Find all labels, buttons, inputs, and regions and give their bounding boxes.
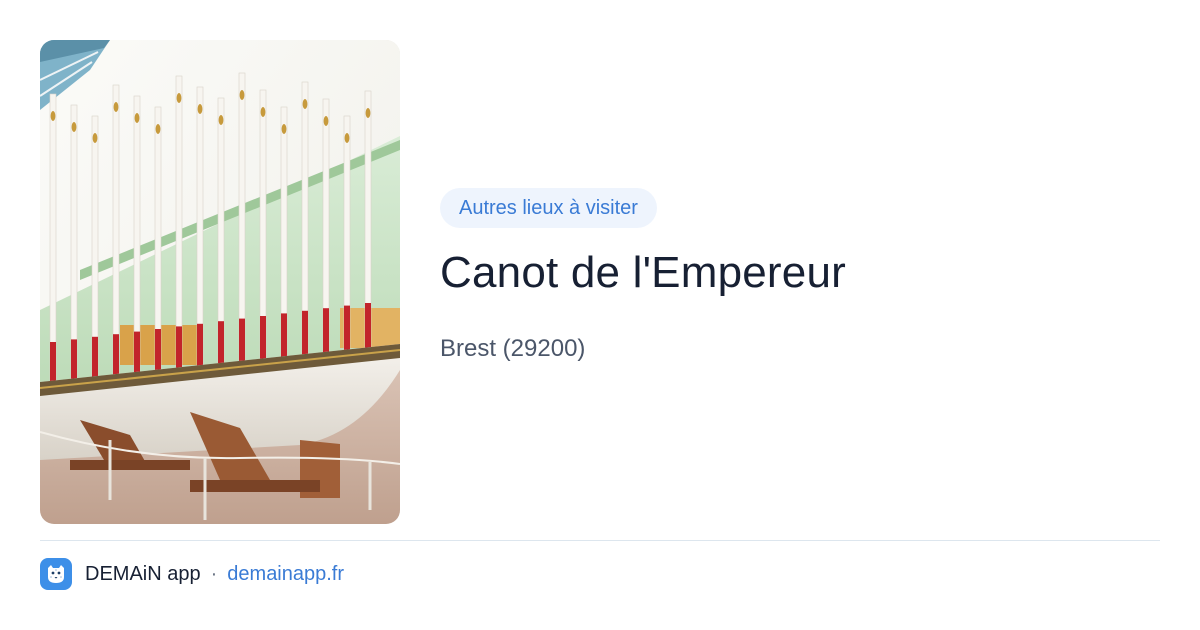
domain-link[interactable]: demainapp.fr xyxy=(227,563,344,586)
oar-grip xyxy=(239,318,245,367)
oar-grip xyxy=(197,323,203,372)
oar-ornament xyxy=(92,133,98,143)
oar-grip xyxy=(302,310,308,359)
place-title: Canot de l'Empereur xyxy=(440,248,846,297)
app-name: DEMAiN app xyxy=(85,562,201,585)
oar-ornament xyxy=(323,116,329,126)
oar-ornament xyxy=(50,111,56,121)
footer-divider xyxy=(40,540,1160,541)
place-photo xyxy=(40,40,400,524)
oar-ornament xyxy=(218,115,224,125)
boat-photo-illustration xyxy=(40,40,400,524)
oar-ornament xyxy=(239,90,245,100)
oar-ornament xyxy=(197,104,203,114)
oar-grip xyxy=(344,305,350,354)
oar-grip xyxy=(365,303,371,351)
oar-ornament xyxy=(176,93,182,103)
oar-grip xyxy=(323,308,329,357)
footer: DEMAiN app · demainapp.fr xyxy=(40,558,344,590)
snow-leopard-logo-icon[interactable] xyxy=(40,558,72,590)
oar-ornament xyxy=(260,107,266,117)
oar-ornament xyxy=(71,122,77,132)
oar-ornament xyxy=(155,124,161,134)
oar-ornament xyxy=(344,133,350,143)
oar-ornament xyxy=(302,99,308,109)
oar-ornament xyxy=(134,113,140,123)
place-info: Autres lieux à visiter Canot de l'Empere… xyxy=(440,188,1160,364)
category-badge[interactable]: Autres lieux à visiter xyxy=(440,188,657,228)
oar-grip xyxy=(260,316,266,364)
oar-ornament xyxy=(365,108,371,118)
footer-separator: · xyxy=(210,562,218,585)
oar-ornament xyxy=(281,124,287,134)
oar-ornament xyxy=(113,102,119,112)
place-location: Brest (29200) xyxy=(440,335,586,362)
oar-grip xyxy=(218,321,224,370)
oar-grip xyxy=(281,313,287,362)
